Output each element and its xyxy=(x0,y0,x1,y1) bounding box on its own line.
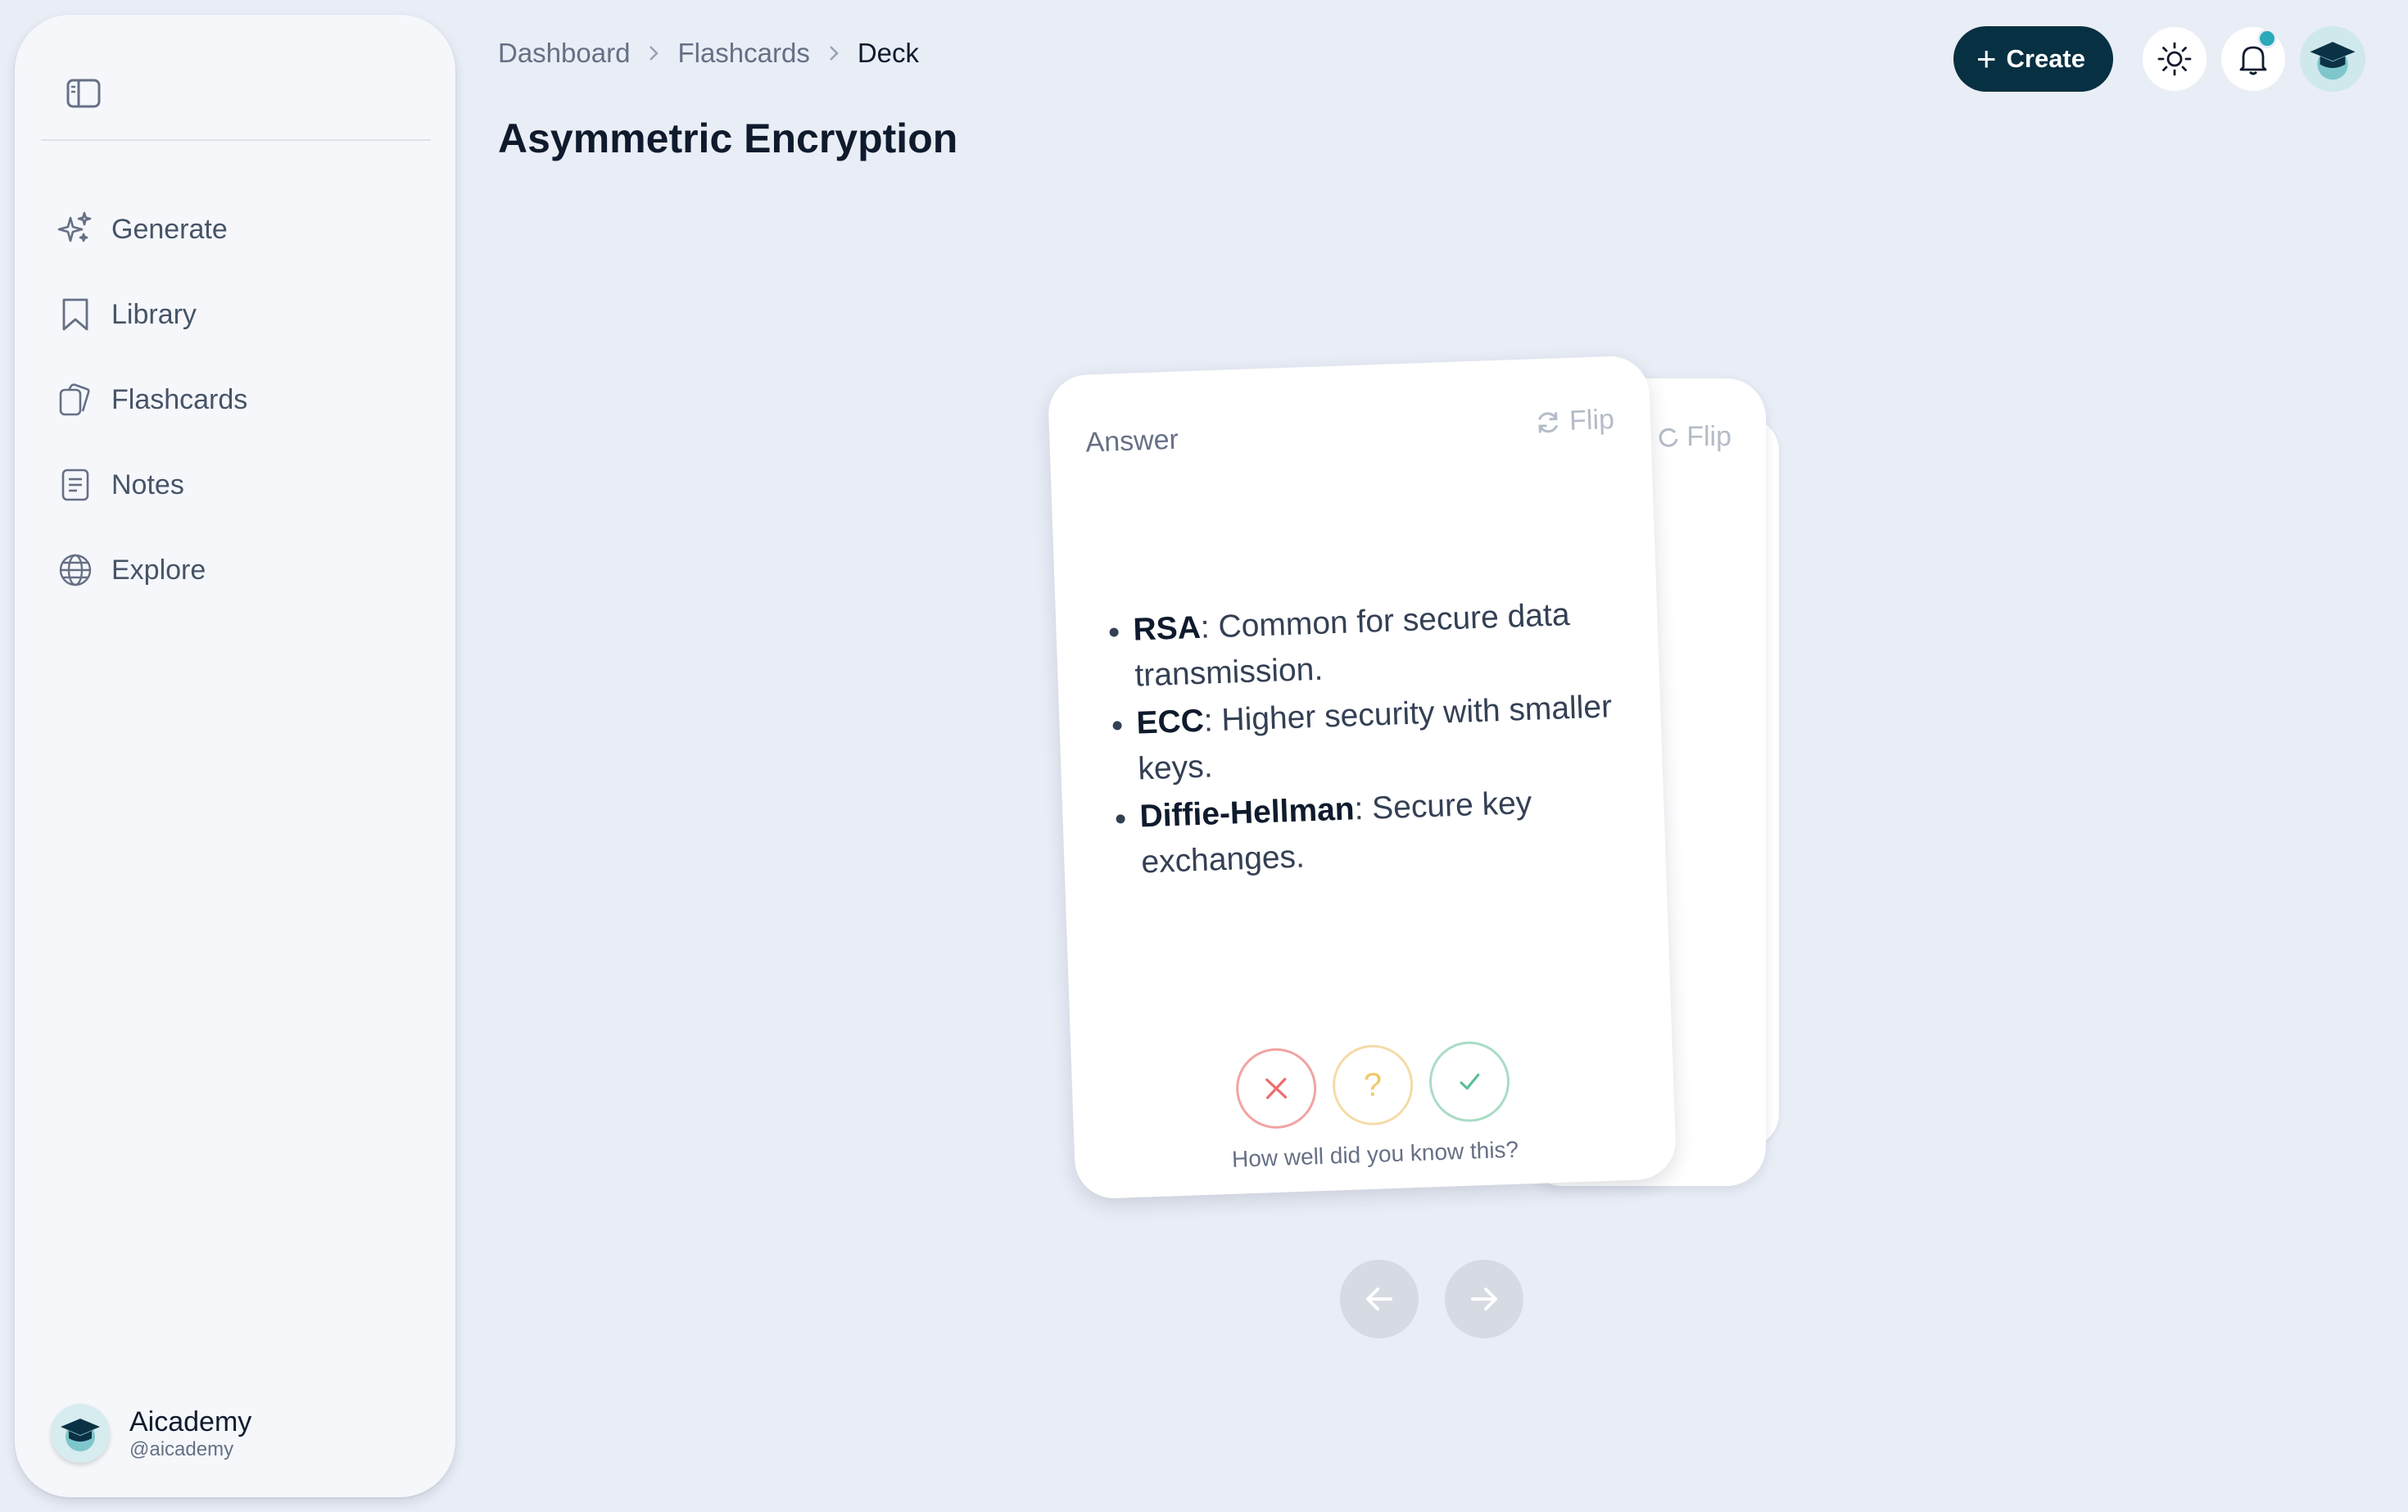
refresh-icon xyxy=(1538,411,1558,433)
card-side-label: Answer xyxy=(1084,423,1179,459)
flip-button[interactable]: Flip xyxy=(1535,404,1615,438)
create-button[interactable]: + Create xyxy=(1953,26,2113,92)
sidebar-item-flashcards[interactable]: Flashcards xyxy=(56,357,432,442)
sparkles-icon xyxy=(56,210,95,249)
refresh-icon xyxy=(1659,428,1678,447)
sidebar-item-label: Notes xyxy=(111,469,184,500)
next-card-flip-label: Flip xyxy=(1686,421,1731,452)
profile-name: Aicademy xyxy=(129,1406,252,1437)
sidebar-nav: Generate Library Flashcards Notes Explor… xyxy=(56,187,432,613)
theme-toggle-button[interactable] xyxy=(2143,27,2207,91)
arrow-right-icon xyxy=(1471,1288,1497,1311)
profile-handle: @aicademy xyxy=(129,1438,234,1460)
previous-card-button[interactable] xyxy=(1340,1260,1419,1338)
notes-icon xyxy=(56,465,95,505)
rate-right-button[interactable] xyxy=(1428,1039,1511,1124)
topbar-actions: + Create xyxy=(1953,26,2365,92)
list-item: Diffie-Hellman: Secure key exchanges. xyxy=(1139,776,1650,886)
sidebar-panel-icon xyxy=(66,79,101,108)
cards-icon xyxy=(56,380,95,419)
rate-unsure-button[interactable]: ? xyxy=(1331,1043,1414,1127)
sidebar-item-notes[interactable]: Notes xyxy=(56,442,432,527)
breadcrumb-current: Deck xyxy=(857,38,920,68)
breadcrumb-dashboard[interactable]: Dashboard xyxy=(498,38,630,69)
close-icon xyxy=(1265,1077,1288,1099)
list-item: ECC: Higher security with smaller keys. xyxy=(1136,683,1647,793)
sidebar-item-label: Library xyxy=(111,298,197,330)
avatar xyxy=(51,1404,110,1463)
next-card-flip: Flip xyxy=(1659,421,1731,453)
sidebar-item-label: Flashcards xyxy=(111,383,248,415)
breadcrumb: Dashboard Flashcards Deck xyxy=(498,38,919,69)
sidebar-item-library[interactable]: Library xyxy=(56,272,432,357)
create-button-label: Create xyxy=(2006,44,2086,73)
notification-badge xyxy=(2257,29,2277,48)
arrow-left-icon xyxy=(1366,1288,1392,1311)
sidebar-profile[interactable]: Aicademy @aicademy xyxy=(51,1404,251,1463)
page-title: Asymmetric Encryption xyxy=(498,115,958,161)
sidebar-toggle-button[interactable] xyxy=(59,69,108,118)
rate-wrong-button[interactable] xyxy=(1234,1047,1318,1130)
sidebar-item-label: Generate xyxy=(111,213,228,245)
next-card-button[interactable] xyxy=(1445,1260,1523,1338)
rating-question: How well did you know this? xyxy=(1231,1136,1519,1172)
list-item: RSA: Common for secure data transmission… xyxy=(1133,590,1644,699)
user-avatar[interactable] xyxy=(2300,26,2365,92)
flashcard[interactable]: Answer Flip RSA: Common for secure data … xyxy=(1047,355,1677,1200)
bookmark-icon xyxy=(56,295,95,334)
notifications-button[interactable] xyxy=(2221,27,2285,91)
answer-term: Diffie-Hellman xyxy=(1138,791,1356,835)
sidebar-divider xyxy=(41,139,431,141)
answer-desc: : Higher security with smaller keys. xyxy=(1137,689,1613,787)
plus-icon: + xyxy=(1976,39,1997,78)
sidebar-item-explore[interactable]: Explore xyxy=(56,527,432,613)
breadcrumb-flashcards[interactable]: Flashcards xyxy=(677,38,809,69)
flip-label: Flip xyxy=(1568,403,1615,437)
sidebar: Generate Library Flashcards Notes Explor… xyxy=(15,15,455,1497)
sun-icon xyxy=(2157,42,2192,76)
sidebar-item-generate[interactable]: Generate xyxy=(56,187,432,272)
sidebar-item-label: Explore xyxy=(111,554,206,586)
graduation-cap-icon xyxy=(2310,42,2356,80)
chevron-right-icon xyxy=(826,43,841,64)
answer-term: RSA xyxy=(1132,609,1202,648)
answer-list: RSA: Common for secure data transmission… xyxy=(1105,590,1650,889)
globe-icon xyxy=(56,550,95,590)
question-mark-icon: ? xyxy=(1363,1066,1383,1103)
graduation-cap-icon xyxy=(61,1419,100,1451)
rating-buttons: ? xyxy=(1234,1039,1511,1130)
check-icon xyxy=(1460,1073,1480,1090)
chevron-right-icon xyxy=(646,43,661,64)
answer-term: ECC xyxy=(1135,703,1205,741)
